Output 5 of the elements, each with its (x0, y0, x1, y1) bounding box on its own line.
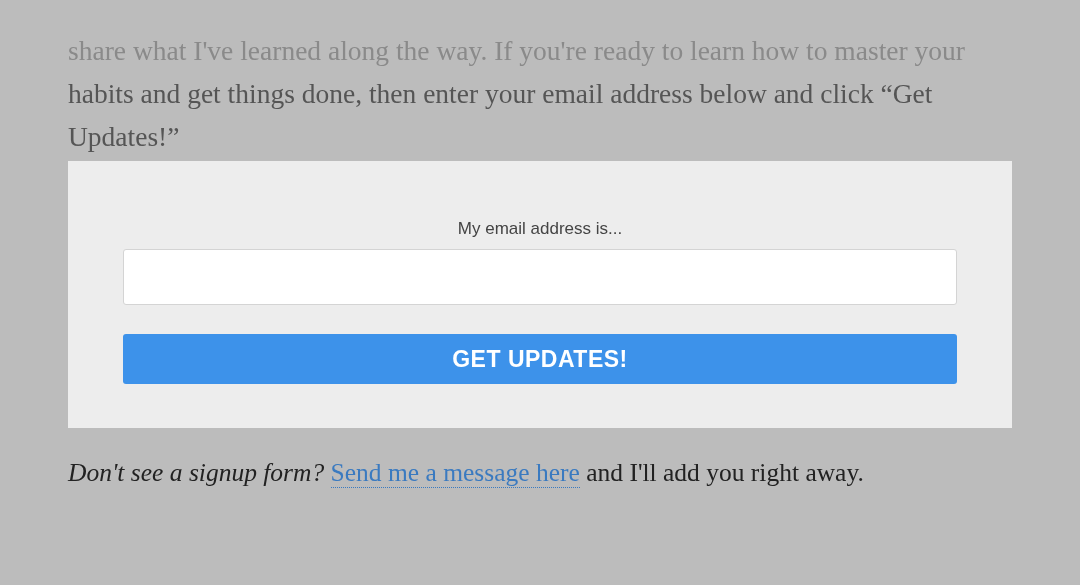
email-field[interactable] (123, 249, 957, 305)
message-link[interactable]: Send me a message here (330, 458, 580, 488)
signup-note: Don't see a signup form? Send me a message here and I'll add you right away. (68, 458, 865, 488)
email-label: My email address is... (457, 219, 623, 239)
get-updates-button[interactable]: GET UPDATES! (123, 334, 957, 384)
